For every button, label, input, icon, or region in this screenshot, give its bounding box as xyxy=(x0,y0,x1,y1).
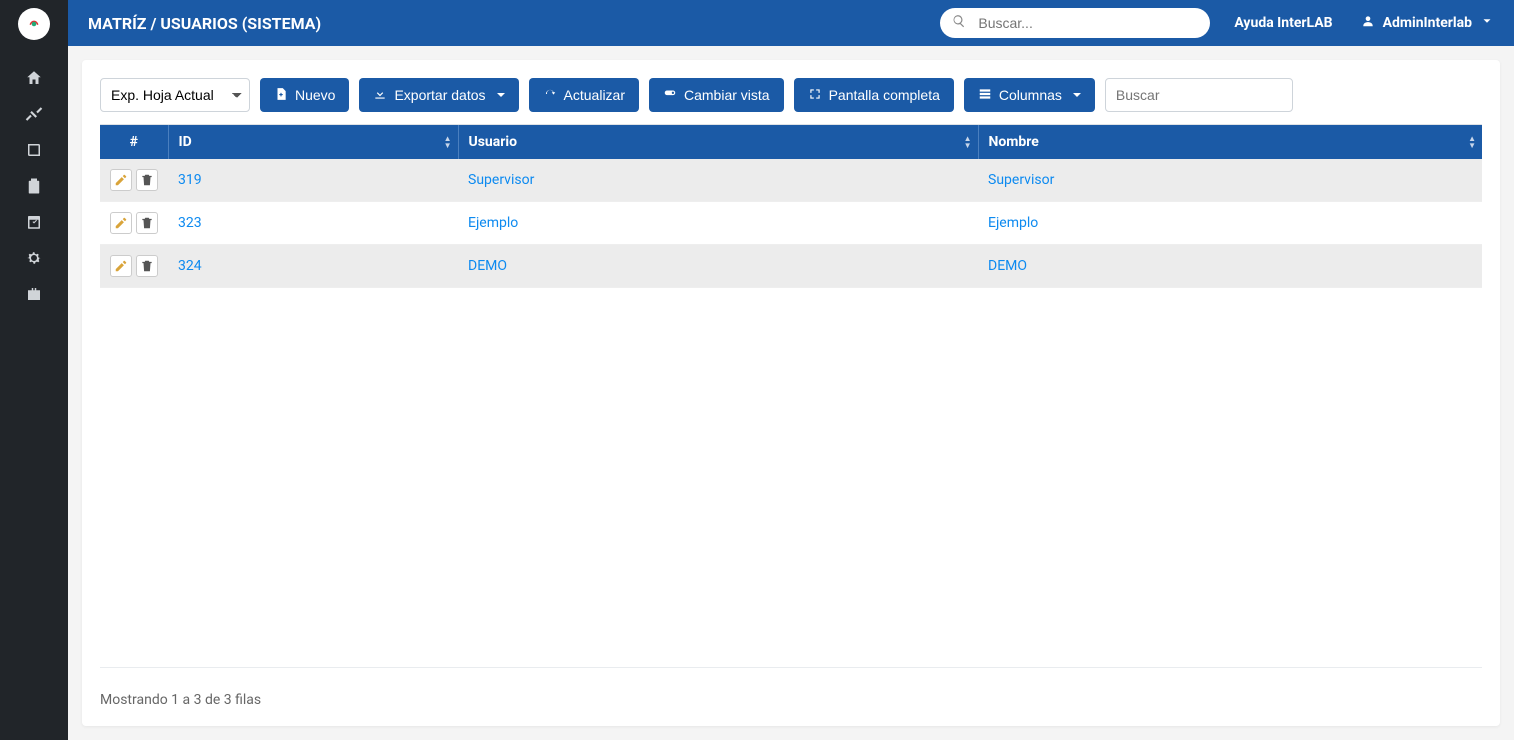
toggle-view-button[interactable]: Cambiar vista xyxy=(649,78,784,112)
table-summary: Mostrando 1 a 3 de 3 filas xyxy=(100,667,1482,708)
global-search xyxy=(940,8,1210,38)
row-user-link[interactable]: Ejemplo xyxy=(468,215,518,231)
nav-clipboard-icon[interactable] xyxy=(0,168,68,204)
download-icon xyxy=(373,87,387,104)
columns-icon xyxy=(978,87,992,104)
row-id-link[interactable]: 319 xyxy=(178,172,202,188)
sort-icon: ▲▼ xyxy=(1468,135,1476,149)
edit-button[interactable] xyxy=(110,255,132,277)
nav-settings-icon[interactable] xyxy=(0,240,68,276)
app-logo[interactable] xyxy=(18,8,50,40)
user-menu[interactable]: AdminInterlab xyxy=(1361,14,1494,32)
row-user-link[interactable]: Supervisor xyxy=(468,172,534,188)
fullscreen-label: Pantalla completa xyxy=(829,87,940,103)
help-link[interactable]: Ayuda InterLAB xyxy=(1234,15,1332,31)
fullscreen-button[interactable]: Pantalla completa xyxy=(794,78,954,112)
col-actions-header[interactable]: # xyxy=(100,125,168,159)
table-toolbar: Exp. Hoja Actual Nuevo Exportar datos xyxy=(100,78,1482,112)
row-name-link[interactable]: Supervisor xyxy=(988,172,1054,188)
page-title: MATRÍZ / USUARIOS (SISTEMA) xyxy=(88,14,321,33)
delete-button[interactable] xyxy=(136,255,158,277)
export-button-label: Exportar datos xyxy=(394,87,485,103)
topbar: MATRÍZ / USUARIOS (SISTEMA) Ayuda InterL… xyxy=(68,0,1514,46)
col-name-header[interactable]: Nombre ▲▼ xyxy=(978,125,1482,159)
export-button[interactable]: Exportar datos xyxy=(359,78,518,112)
nav-briefcase-icon[interactable] xyxy=(0,276,68,312)
new-button-label: Nuevo xyxy=(295,87,335,103)
toggle-icon xyxy=(663,87,677,104)
delete-button[interactable] xyxy=(136,212,158,234)
new-button[interactable]: Nuevo xyxy=(260,78,349,112)
users-table: # ID ▲▼ Usuario ▲▼ Nombre ▲▼ xyxy=(100,125,1482,288)
row-id-link[interactable]: 324 xyxy=(178,258,202,274)
main-area: MATRÍZ / USUARIOS (SISTEMA) Ayuda InterL… xyxy=(68,0,1514,740)
chevron-down-icon xyxy=(1480,14,1494,32)
search-icon xyxy=(952,14,966,32)
file-plus-icon xyxy=(274,87,288,104)
card: Exp. Hoja Actual Nuevo Exportar datos xyxy=(82,60,1500,726)
refresh-button[interactable]: Actualizar xyxy=(529,78,639,112)
refresh-button-label: Actualizar xyxy=(564,87,625,103)
row-name-link[interactable]: DEMO xyxy=(988,258,1027,274)
sort-icon: ▲▼ xyxy=(444,135,452,149)
nav-tools-icon[interactable] xyxy=(0,96,68,132)
delete-button[interactable] xyxy=(136,169,158,191)
sort-icon: ▲▼ xyxy=(964,135,972,149)
nav-calendar-icon[interactable] xyxy=(0,204,68,240)
table-row: 319 Supervisor Supervisor xyxy=(100,159,1482,202)
global-search-input[interactable] xyxy=(940,8,1210,38)
columns-button[interactable]: Columnas xyxy=(964,78,1095,112)
sidebar xyxy=(0,0,68,740)
row-user-link[interactable]: DEMO xyxy=(468,258,507,274)
row-id-link[interactable]: 323 xyxy=(178,215,202,231)
col-id-header[interactable]: ID ▲▼ xyxy=(168,125,458,159)
table-row: 323 Ejemplo Ejemplo xyxy=(100,202,1482,245)
columns-label: Columnas xyxy=(999,87,1062,103)
toggle-view-label: Cambiar vista xyxy=(684,87,770,103)
edit-button[interactable] xyxy=(110,212,132,234)
user-icon xyxy=(1361,14,1375,32)
user-name: AdminInterlab xyxy=(1383,15,1472,31)
table-row: 324 DEMO DEMO xyxy=(100,245,1482,288)
col-user-header[interactable]: Usuario ▲▼ xyxy=(458,125,978,159)
content: Exp. Hoja Actual Nuevo Exportar datos xyxy=(68,46,1514,740)
nav-book-icon[interactable] xyxy=(0,132,68,168)
row-name-link[interactable]: Ejemplo xyxy=(988,215,1038,231)
refresh-icon xyxy=(543,87,557,104)
edit-button[interactable] xyxy=(110,169,132,191)
table-wrapper: # ID ▲▼ Usuario ▲▼ Nombre ▲▼ xyxy=(100,124,1482,667)
export-scope-select[interactable]: Exp. Hoja Actual xyxy=(100,78,250,112)
table-search-input[interactable] xyxy=(1105,78,1293,112)
nav-home-icon[interactable] xyxy=(0,60,68,96)
expand-icon xyxy=(808,87,822,104)
